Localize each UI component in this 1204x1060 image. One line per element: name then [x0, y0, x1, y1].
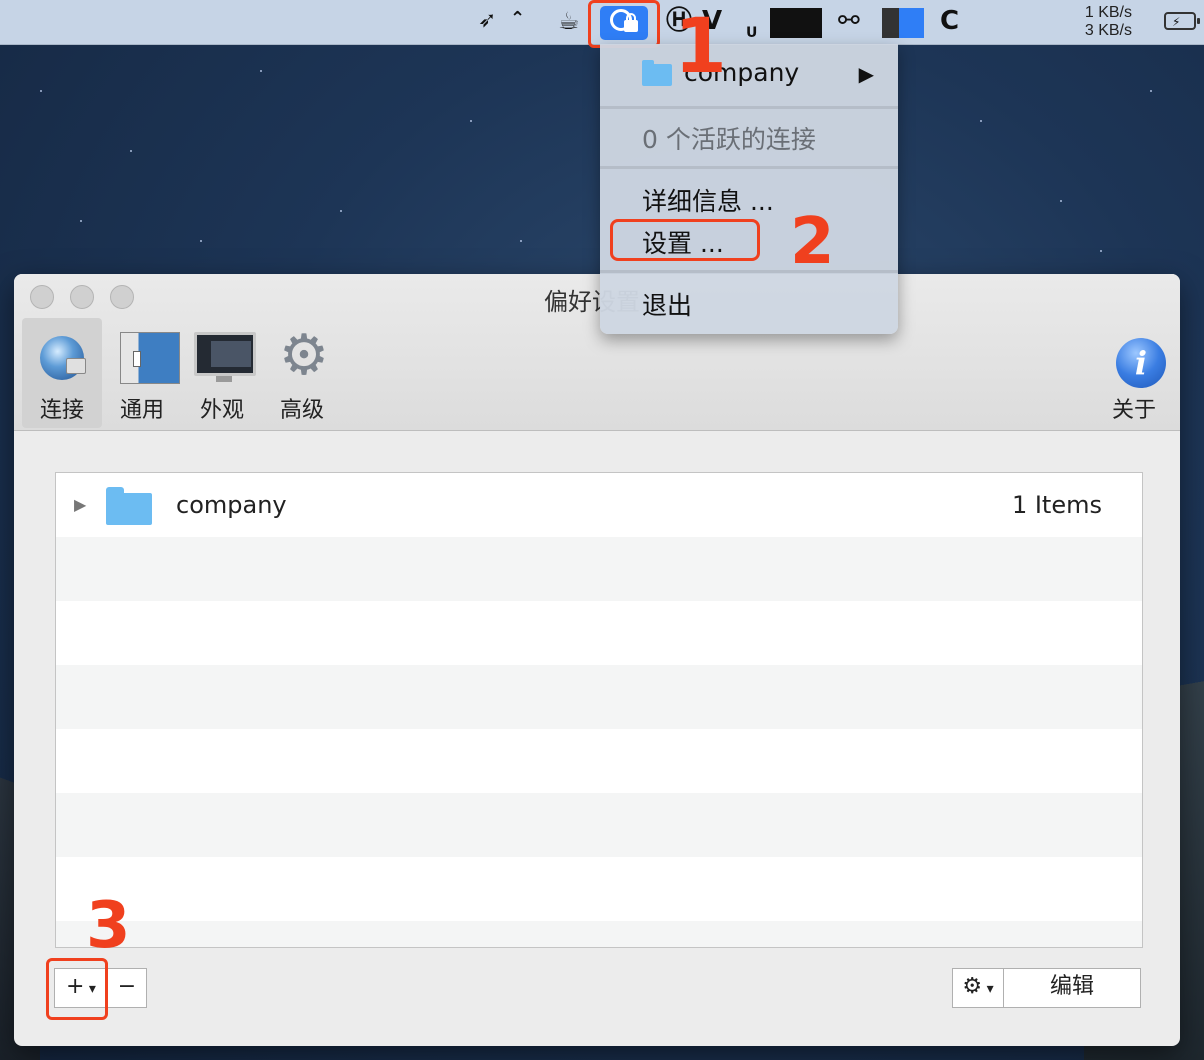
menu-item-status: 0 个活跃的连接 — [642, 125, 816, 154]
close-button[interactable] — [30, 285, 54, 309]
menu-item-quit[interactable]: 退出 — [642, 286, 692, 322]
net-speed-down: 3 KB/s — [1084, 22, 1132, 39]
menu-item-details[interactable]: 详细信息 ... — [642, 182, 774, 218]
tab-connection[interactable]: 连接 — [22, 318, 102, 428]
zoom-button[interactable] — [110, 285, 134, 309]
disclosure-triangle-icon[interactable]: ▶ — [74, 495, 86, 514]
vpn-status-menu: company ▶ 0 个活跃的连接 详细信息 ... 设置 ... 退出 — [600, 44, 898, 334]
general-switch-icon — [112, 328, 180, 384]
keyboard-icon[interactable] — [770, 8, 822, 38]
cup-icon[interactable]: ☕ — [558, 6, 580, 36]
list-row-empty — [56, 665, 1142, 729]
gear-icon: ⚙ — [278, 323, 330, 388]
menu-separator — [600, 270, 898, 273]
action-menu-button[interactable]: ⚙ ▾ — [952, 968, 1004, 1008]
m-icon[interactable] — [882, 8, 924, 38]
list-row-empty — [56, 793, 1142, 857]
remove-button[interactable]: − — [107, 968, 147, 1008]
annotation-step-1: 1 — [674, 1, 727, 90]
item-count: 1 Items — [1011, 491, 1102, 519]
list-row-empty — [56, 601, 1142, 665]
folder-name: company — [176, 491, 287, 519]
submenu-arrow-icon: ▶ — [858, 62, 874, 86]
battery-charging-icon[interactable]: ⚡ — [1164, 12, 1200, 30]
window-toolbar: 偏好设置 连接 通用 外观 ⚙ 高级 i 关于 — [14, 274, 1180, 431]
tab-about[interactable]: i 关于 — [1094, 318, 1174, 428]
annotation-highlight-vpn — [588, 0, 660, 48]
rocket-icon[interactable]: ➶ — [478, 6, 496, 36]
menu-separator — [600, 106, 898, 109]
net-speed-up: 1 KB/s — [1084, 4, 1132, 21]
globe-lock-icon — [32, 328, 92, 384]
list-row-empty — [56, 537, 1142, 601]
list-item[interactable]: ▶ company 1 Items — [56, 473, 1142, 537]
gear-icon: ⚙ — [962, 974, 983, 999]
tab-label: 通用 — [119, 398, 164, 423]
monitor-icon — [192, 328, 256, 384]
folder-icon — [106, 487, 152, 525]
tab-label: 外观 — [199, 398, 244, 423]
tab-general[interactable]: 通用 — [102, 318, 182, 428]
c-icon[interactable]: C — [940, 6, 959, 36]
tab-advanced[interactable]: ⚙ 高级 — [262, 318, 342, 428]
edit-button[interactable]: 编辑 — [1003, 968, 1141, 1008]
tab-label: 高级 — [279, 398, 324, 423]
menu-separator — [600, 166, 898, 169]
tab-label: 关于 — [1111, 398, 1156, 423]
tab-label: 连接 — [39, 398, 84, 423]
list-row-empty — [56, 729, 1142, 793]
chevron-down-icon: ▾ — [982, 981, 994, 997]
tab-appearance[interactable]: 外观 — [182, 318, 262, 428]
annotation-highlight-settings — [610, 219, 760, 261]
minus-icon: − — [117, 974, 137, 999]
link-icon[interactable]: ⚯ — [838, 6, 860, 36]
annotation-step-2: 2 — [790, 205, 835, 279]
minimize-button[interactable] — [70, 285, 94, 309]
annotation-step-3: 3 — [86, 889, 131, 963]
annotation-highlight-add — [46, 958, 108, 1020]
list-row-empty — [56, 921, 1142, 947]
connection-list[interactable]: ▶ company 1 Items — [55, 472, 1143, 948]
folder-icon — [642, 60, 672, 86]
preferences-window: 偏好设置 连接 通用 外观 ⚙ 高级 i 关于 ▶ company 1 Item… — [14, 274, 1180, 1046]
info-icon: i — [1104, 328, 1166, 388]
network-speed: 1 KB/s 3 KB/s — [1085, 4, 1132, 40]
list-row-empty — [56, 857, 1142, 921]
status-dot-icon: ⌃ — [510, 8, 526, 29]
